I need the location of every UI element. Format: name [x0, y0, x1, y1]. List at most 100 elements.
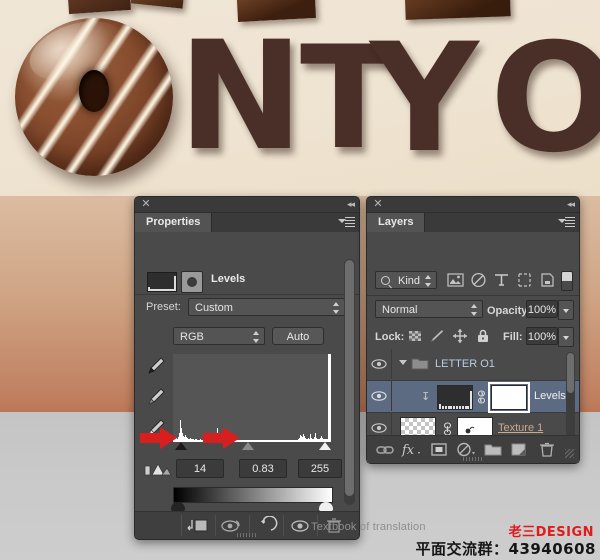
add-layer-mask-button[interactable]: [429, 441, 449, 458]
properties-panel: ✕ ◂◂ Properties Levels Preset: Custom RG…: [134, 196, 360, 540]
output-white-slider[interactable]: [319, 502, 333, 511]
clip-to-layer-button[interactable]: [185, 516, 211, 535]
adjustment-layers-filter-icon[interactable]: [470, 272, 487, 288]
stepper-icon[interactable]: [471, 304, 478, 316]
preset-value: Custom: [195, 302, 233, 314]
artwork-letter-y: Y: [370, 24, 479, 174]
fill-chevron-down-icon[interactable]: [558, 327, 574, 347]
pixel-layers-filter-icon[interactable]: [447, 272, 464, 288]
input-white-slider[interactable]: [319, 442, 331, 450]
panel-menu-icon[interactable]: [559, 217, 575, 228]
opacity-chevron-down-icon[interactable]: [558, 300, 574, 320]
panel-resize-grabber[interactable]: [463, 457, 483, 461]
output-black-slider[interactable]: [171, 502, 185, 511]
search-icon: [381, 276, 390, 285]
layers-tab-bar: Layers: [367, 213, 579, 233]
layers-panel: ✕ ◂◂ Layers Kind: [366, 196, 580, 464]
preset-select[interactable]: Custom: [188, 298, 345, 316]
chevron-down-icon[interactable]: [399, 360, 407, 365]
input-gamma-field[interactable]: 0.83: [239, 459, 287, 478]
properties-titlebar: ✕ ◂◂: [135, 197, 359, 213]
auto-button[interactable]: Auto: [272, 327, 324, 345]
chocolate-chunk-icon: [67, 0, 131, 14]
type-layers-filter-icon[interactable]: [493, 272, 510, 288]
link-icon[interactable]: [443, 422, 452, 436]
lock-transparent-pixels-icon[interactable]: [407, 328, 423, 344]
scrollbar-thumb[interactable]: [567, 353, 574, 393]
filter-enable-toggle[interactable]: [561, 271, 573, 291]
properties-scrollbar[interactable]: [344, 259, 355, 505]
svg-text:fx: fx: [401, 443, 415, 458]
adjustment-header: Levels: [135, 267, 359, 295]
delete-layer-button[interactable]: [537, 441, 557, 458]
watermark-translation: Textbook of translation: [311, 521, 426, 533]
blend-mode-select[interactable]: Normal: [375, 300, 483, 318]
layer-name[interactable]: Levels: [534, 390, 566, 402]
gray-point-eyedropper-icon[interactable]: [145, 386, 167, 408]
new-layer-button[interactable]: [509, 441, 529, 458]
chocolate-chunk-icon: [131, 0, 185, 9]
adjustment-thumbnail[interactable]: [437, 385, 473, 410]
panel-resize-grabber[interactable]: [237, 533, 257, 537]
blend-mode-row: Normal Opacity: 100%: [367, 296, 579, 322]
link-layers-button[interactable]: [375, 441, 395, 458]
close-icon[interactable]: ✕: [141, 199, 151, 209]
levels-clip-icon: [144, 462, 172, 478]
levels-histogram[interactable]: [173, 354, 331, 442]
lock-position-icon[interactable]: [452, 328, 468, 344]
link-icon[interactable]: [477, 390, 486, 404]
channel-value: RGB: [180, 331, 204, 343]
levels-adjustment-icon: [147, 272, 177, 292]
input-gamma-slider[interactable]: [242, 442, 254, 450]
layer-mask-icon: [181, 271, 203, 293]
layer-mask-thumbnail[interactable]: [491, 385, 527, 410]
layer-name[interactable]: Texture 1: [498, 422, 543, 434]
stepper-icon[interactable]: [253, 331, 260, 343]
layer-name[interactable]: LETTER O1: [435, 358, 495, 370]
new-group-button[interactable]: [483, 441, 503, 458]
layer-visibility-toggle[interactable]: [367, 349, 392, 379]
table-row[interactable]: LETTER O1: [367, 349, 579, 381]
properties-tab-bar: Properties: [135, 213, 359, 233]
filter-kind-select[interactable]: Kind: [375, 271, 437, 289]
lock-all-icon[interactable]: [475, 328, 491, 344]
filter-kind-value: Kind: [398, 275, 420, 287]
folder-icon: [411, 356, 429, 370]
shape-layers-filter-icon[interactable]: [516, 272, 533, 288]
stepper-icon[interactable]: [333, 302, 340, 314]
channel-row: RGB Auto: [135, 324, 359, 350]
opacity-field[interactable]: 100%: [526, 300, 558, 318]
tab-layers[interactable]: Layers: [367, 213, 425, 232]
lock-label: Lock:: [375, 331, 404, 343]
input-levels-values: 14 0.83 255: [135, 456, 359, 482]
smart-object-filter-icon[interactable]: [539, 272, 556, 288]
lock-image-pixels-icon[interactable]: [429, 328, 445, 344]
layer-filter-row: Kind: [367, 267, 579, 296]
scrollbar-thumb[interactable]: [345, 260, 354, 496]
fill-field[interactable]: 100%: [526, 327, 558, 345]
artwork-letter-o-donut: [15, 18, 173, 176]
opacity-label: Opacity:: [487, 305, 531, 317]
new-adjustment-layer-button[interactable]: [455, 441, 477, 458]
black-point-eyedropper-icon[interactable]: [145, 355, 167, 377]
channel-select[interactable]: RGB: [173, 327, 265, 345]
panel-menu-icon[interactable]: [339, 217, 355, 228]
fill-label: Fill:: [503, 331, 523, 343]
stepper-icon[interactable]: [425, 275, 432, 287]
close-icon[interactable]: ✕: [373, 199, 383, 209]
table-row[interactable]: ↧ Levels: [367, 381, 579, 413]
collapse-panel-icon[interactable]: ◂◂: [567, 199, 574, 209]
toggle-layer-visibility-button[interactable]: [287, 516, 313, 535]
input-shadow-field[interactable]: 14: [176, 459, 224, 478]
input-highlight-field[interactable]: 255: [298, 459, 342, 478]
tab-properties[interactable]: Properties: [135, 213, 212, 232]
preset-row: Preset: Custom: [135, 295, 359, 321]
add-layer-style-button[interactable]: fx: [401, 441, 423, 458]
layer-visibility-toggle[interactable]: [367, 381, 392, 411]
blend-mode-value: Normal: [382, 304, 417, 316]
panel-resize-grip[interactable]: [565, 449, 574, 458]
input-levels-sliders[interactable]: [173, 442, 331, 452]
artwork-letter-o: O: [490, 24, 600, 174]
adjustment-title: Levels: [211, 273, 245, 285]
collapse-panel-icon[interactable]: ◂◂: [347, 199, 354, 209]
